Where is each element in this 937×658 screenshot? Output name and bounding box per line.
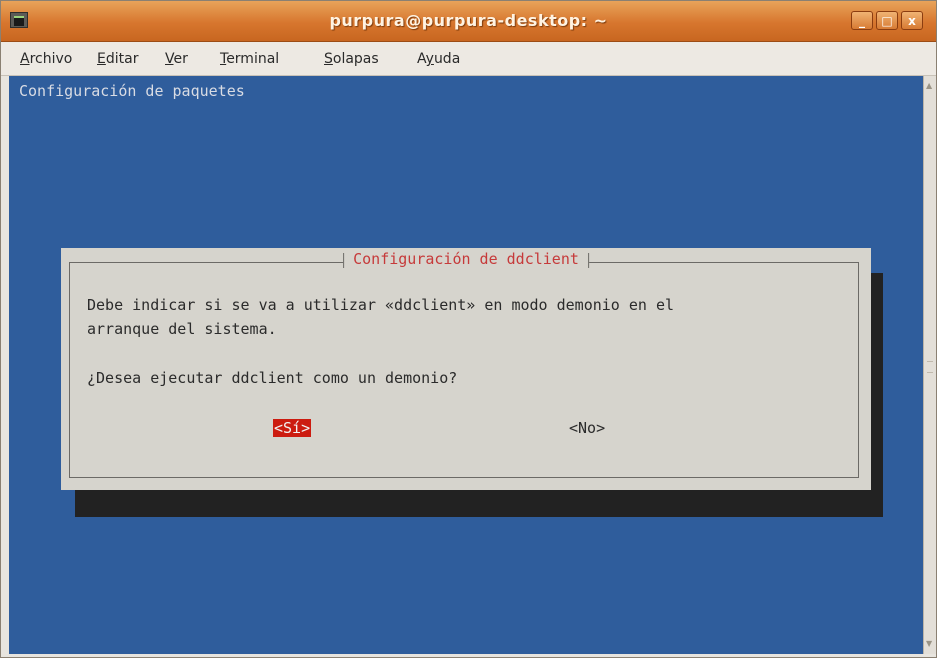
dialog-text-line-2: arranque del sistema. xyxy=(87,320,277,338)
title-bar[interactable]: purpura@purpura-desktop: ~ _ □ x xyxy=(1,1,936,42)
terminal-area[interactable]: Configuración de paquetes Configuración … xyxy=(9,76,923,654)
dialog-text-line-1: Debe indicar si se va a utilizar «ddclie… xyxy=(87,296,674,314)
menu-archivo[interactable]: Archivo xyxy=(20,51,72,67)
maximize-icon: □ xyxy=(881,14,893,28)
menu-terminal[interactable]: Terminal xyxy=(220,51,279,67)
terminal-window: purpura@purpura-desktop: ~ _ □ x Archivo… xyxy=(0,0,937,658)
scroll-down-icon[interactable]: ▼ xyxy=(926,640,934,648)
menu-editar[interactable]: Editar xyxy=(97,51,138,67)
dialog-question: ¿Desea ejecutar ddclient como un demonio… xyxy=(87,369,458,387)
minimize-icon: _ xyxy=(859,14,865,28)
no-button[interactable]: <No> xyxy=(569,419,605,437)
dialog-title: Configuración de ddclient xyxy=(343,250,589,268)
package-config-header: Configuración de paquetes xyxy=(19,82,245,100)
menu-ayuda[interactable]: Ayuda xyxy=(417,51,460,67)
scroll-grip-icon[interactable] xyxy=(927,361,933,373)
menu-bar: Archivo Editar Ver Terminal Solapas Ayud… xyxy=(1,42,936,76)
menu-solapas[interactable]: Solapas xyxy=(324,51,379,67)
vertical-scrollbar[interactable]: ▲ ▼ xyxy=(923,76,936,654)
close-button[interactable]: x xyxy=(901,11,923,30)
close-icon: x xyxy=(908,14,916,28)
ddclient-dialog: Configuración de ddclient Debe indicar s… xyxy=(61,248,871,490)
scroll-up-icon[interactable]: ▲ xyxy=(926,82,934,90)
menu-ver[interactable]: Ver xyxy=(165,51,188,67)
window-title: purpura@purpura-desktop: ~ xyxy=(329,11,608,30)
minimize-button[interactable]: _ xyxy=(851,11,873,30)
maximize-button[interactable]: □ xyxy=(876,11,898,30)
yes-button[interactable]: <Sí> xyxy=(273,419,312,437)
